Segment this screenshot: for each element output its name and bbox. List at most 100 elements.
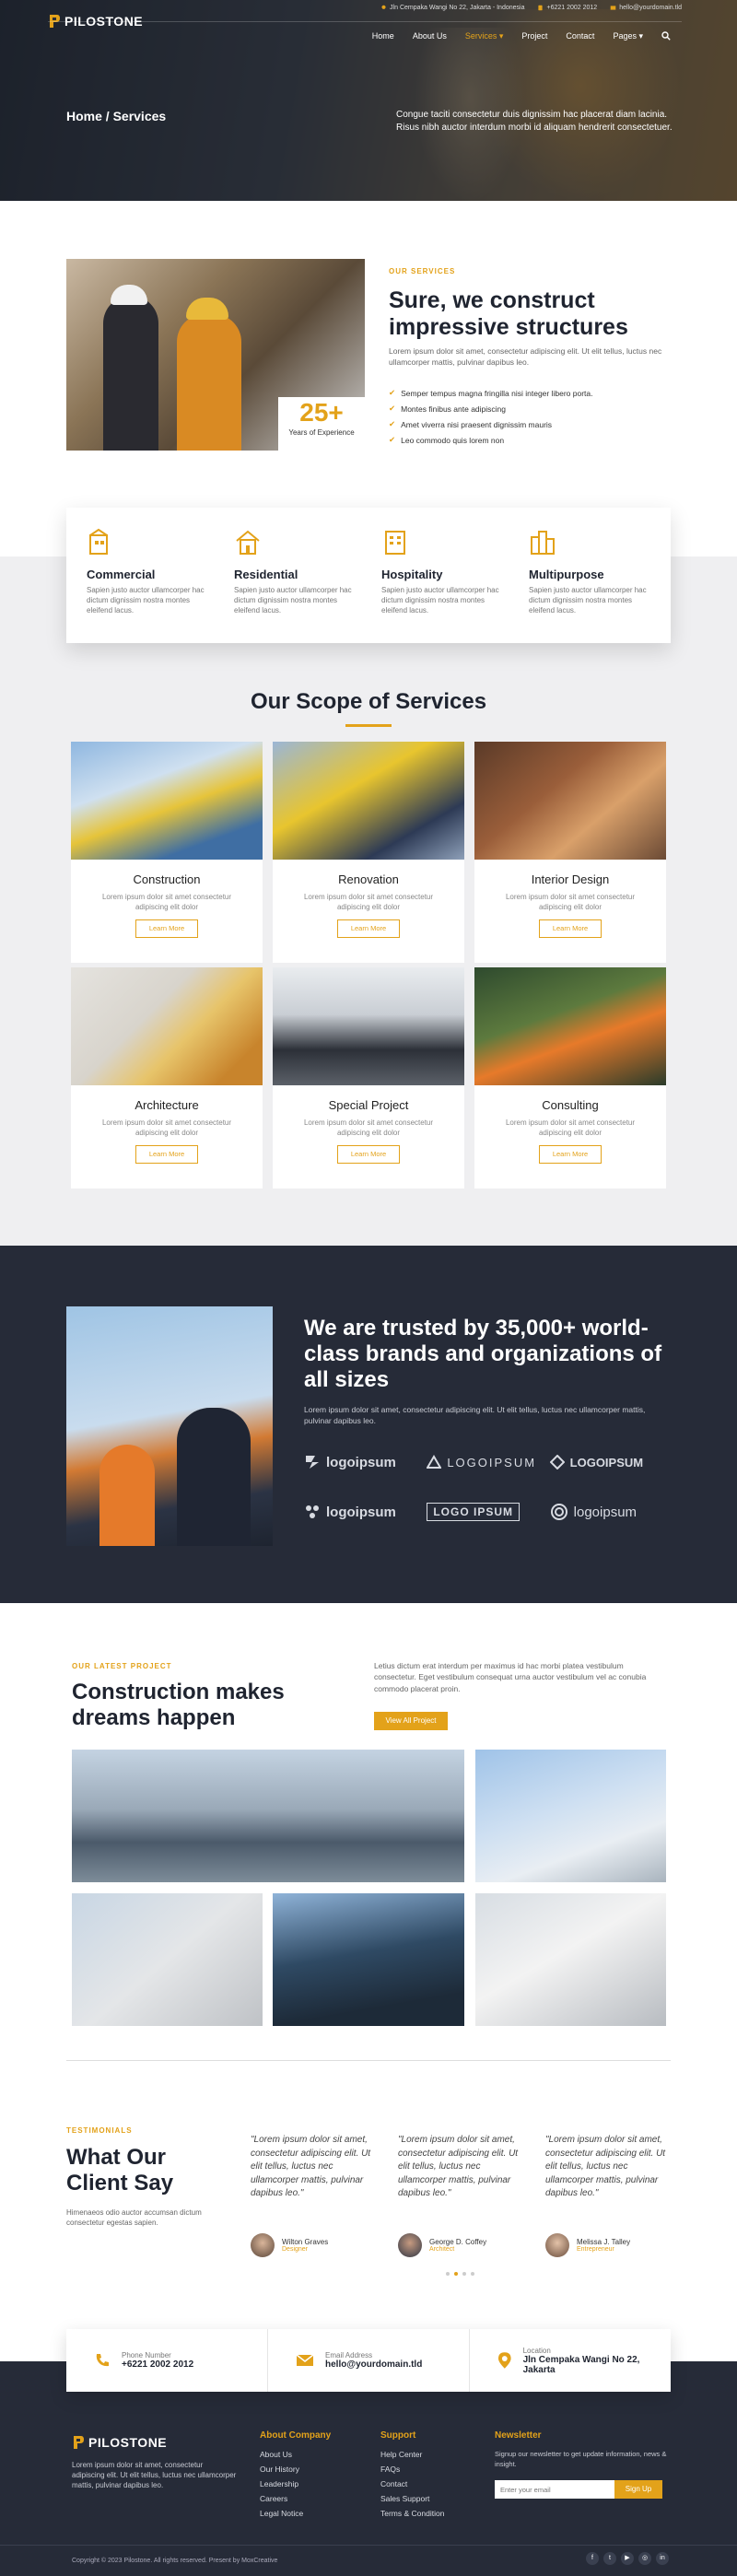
top-bar: Jln Cempaka Wangi No 22, Jakarta - Indon… (380, 5, 682, 11)
about-desc: Lorem ipsum dolor sit amet, consectetur … (389, 346, 662, 367)
contact-email[interactable]: Email Address hello@yourdomain.tld (268, 2329, 470, 2392)
feature-residential: Residential Sapien justo auctor ullamcorp… (234, 528, 356, 643)
logo-mark-icon (306, 1456, 319, 1469)
signup-button[interactable]: Sign Up (614, 2480, 662, 2499)
client-logo: logoipsum (304, 1498, 427, 1526)
topbar-phone[interactable]: +6221 2002 2012 (537, 5, 597, 11)
about-eyebrow: OUR SERVICES (389, 267, 456, 275)
footer-link[interactable]: Terms & Condition (380, 2509, 444, 2523)
project-image[interactable] (273, 1893, 464, 2026)
footer-link[interactable]: Contact (380, 2479, 444, 2494)
footer-link[interactable]: About Us (260, 2450, 331, 2465)
check-icon: ✔ (389, 435, 396, 444)
avatar (398, 2233, 422, 2257)
twitter-icon[interactable]: t (603, 2552, 616, 2565)
search-icon[interactable] (661, 31, 671, 42)
carousel-dots[interactable] (446, 2272, 474, 2276)
breadcrumb: Home / Services (66, 109, 167, 123)
nav-pages[interactable]: Pages ▾ (613, 31, 643, 42)
testimonial-author: Wilton Graves Designer (251, 2233, 328, 2257)
nav-contact[interactable]: Contact (566, 31, 594, 42)
client-logo: LOGO IPSUM (427, 1498, 549, 1526)
facebook-icon[interactable]: f (586, 2552, 599, 2565)
learn-more-button[interactable]: Learn More (539, 919, 602, 939)
contact-phone[interactable]: Phone Number +6221 2002 2012 (66, 2329, 268, 2392)
nav-about[interactable]: About Us (413, 31, 447, 42)
testimonials-eyebrow: TESTIMONIALS (66, 2126, 133, 2135)
service-card-construction[interactable]: Construction Lorem ipsum dolor sit amet c… (71, 742, 263, 963)
testimonial-quote: "Lorem ipsum dolor sit amet, consectetur… (398, 2135, 519, 2198)
contact-location: Location Jln Cempaka Wangi No 22, Jakarta (470, 2329, 671, 2392)
footer-link[interactable]: Leadership (260, 2479, 331, 2494)
scope-title: Our Scope of Services (250, 689, 487, 714)
project-image[interactable] (475, 1893, 666, 2026)
trusted-desc: Lorem ipsum dolor sit amet, consectetur … (304, 1405, 646, 1426)
footer-about: Lorem ipsum dolor sit amet, consectetur … (72, 2461, 237, 2490)
feature-hospitality: Hospitality Sapien justo auctor ullamcorp… (381, 528, 503, 643)
project-image[interactable] (72, 1750, 464, 1882)
topbar-address: Jln Cempaka Wangi No 22, Jakarta - Indon… (380, 5, 524, 11)
main-nav: Home About Us Services ▾ Project Contact… (372, 31, 671, 42)
nav-project[interactable]: Project (521, 31, 547, 42)
linkedin-icon[interactable]: in (656, 2552, 669, 2565)
checklist-item: ✔ Leo commodo quis lorem non (389, 435, 505, 445)
service-card-special-project[interactable]: Special Project Lorem ipsum dolor sit ame… (273, 967, 464, 1188)
avatar (545, 2233, 569, 2257)
years-experience-badge: 25+ Years of Experience (278, 397, 365, 451)
logo-mark-icon (550, 1504, 567, 1520)
learn-more-button[interactable]: Learn More (337, 919, 400, 939)
youtube-icon[interactable]: ▶ (621, 2552, 634, 2565)
topbar-email[interactable]: hello@yourdomain.tld (610, 5, 682, 11)
service-card-renovation[interactable]: Renovation Lorem ipsum dolor sit amet con… (273, 742, 464, 963)
service-image (273, 742, 464, 860)
learn-more-button[interactable]: Learn More (135, 1145, 198, 1165)
project-image[interactable] (475, 1750, 666, 1882)
nav-services[interactable]: Services ▾ (465, 31, 504, 42)
location-pin-icon (497, 2352, 511, 2369)
footer-link[interactable]: Legal Notice (260, 2509, 331, 2523)
social-links: f t ▶ ◎ in (586, 2552, 669, 2565)
footer-logo[interactable]: PILOSTONE (72, 2434, 167, 2451)
learn-more-button[interactable]: Learn More (337, 1145, 400, 1165)
mail-icon (610, 6, 616, 10)
hero-text: Congue taciti consectetur duis dignissim… (396, 110, 673, 133)
service-card-consulting[interactable]: Consulting Lorem ipsum dolor sit amet con… (474, 967, 666, 1188)
residential-house-icon (236, 530, 260, 555)
service-image (71, 967, 263, 1085)
check-icon: ✔ (389, 388, 396, 397)
client-logos: logoipsum LOGOIPSUM LOGOIPSUM logoipsum … (304, 1448, 673, 1526)
trusted-image (66, 1306, 273, 1546)
client-logo: LOGOIPSUM (427, 1448, 549, 1476)
view-all-project-button[interactable]: View All Project (374, 1712, 448, 1730)
nav-home[interactable]: Home (372, 31, 394, 42)
footer-newsletter: Newsletter Signup our newsletter to get … (495, 2430, 670, 2499)
footer-link[interactable]: Help Center (380, 2450, 444, 2465)
learn-more-button[interactable]: Learn More (135, 919, 198, 939)
project-image[interactable] (72, 1893, 263, 2026)
testimonial-quote: "Lorem ipsum dolor sit amet, consectetur… (251, 2135, 371, 2198)
check-icon: ✔ (389, 419, 396, 428)
service-card-interior-design[interactable]: Interior Design Lorem ipsum dolor sit ame… (474, 742, 666, 963)
logo-mark-icon (74, 2436, 84, 2449)
logo-mark-icon (549, 1455, 565, 1469)
service-image (273, 967, 464, 1085)
newsletter-email-input[interactable] (495, 2480, 614, 2499)
about-title: Sure, we construct impressive structures (389, 287, 628, 340)
trusted-title: We are trusted by 35,000+ world-class br… (304, 1316, 662, 1393)
footer-link[interactable]: Our History (260, 2465, 331, 2479)
instagram-icon[interactable]: ◎ (638, 2552, 651, 2565)
client-logo: LOGOIPSUM (549, 1448, 673, 1476)
years-number: 25+ (299, 398, 344, 427)
testimonials-title: What Our Client Say (66, 2145, 174, 2196)
project-desc: Letius dictum erat interdum per maximus … (374, 1661, 647, 1693)
footer-link[interactable]: FAQs (380, 2465, 444, 2479)
footer-link[interactable]: Careers (260, 2494, 331, 2509)
learn-more-button[interactable]: Learn More (539, 1145, 602, 1165)
feature-commercial: Commercial Sapien justo auctor ullamcorpe… (87, 528, 208, 643)
avatar (251, 2233, 275, 2257)
feature-card: Commercial Sapien justo auctor ullamcorpe… (66, 508, 671, 643)
logo-mark-icon (306, 1505, 319, 1518)
footer-link[interactable]: Sales Support (380, 2494, 444, 2509)
service-card-architecture[interactable]: Architecture Lorem ipsum dolor sit amet c… (71, 967, 263, 1188)
feature-checklist: ✔ Semper tempus magna fringilla nisi inte… (389, 385, 592, 448)
